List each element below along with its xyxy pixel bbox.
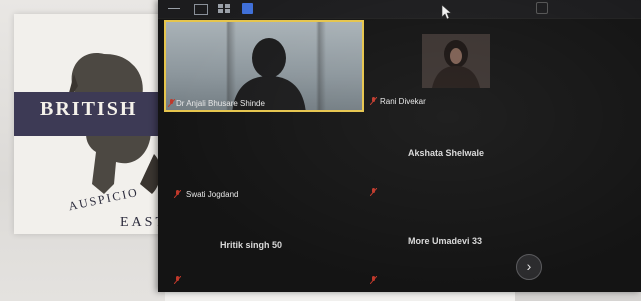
speaker-view-icon[interactable] (194, 4, 208, 15)
muted-mic-icon (370, 188, 377, 196)
participant-name: Hritik singh 50 (220, 240, 283, 250)
muted-mic-icon (174, 276, 181, 284)
view-toolbar (158, 0, 641, 20)
participant-name: Swati Jogdand (186, 190, 239, 199)
minimize-icon[interactable] (168, 5, 180, 9)
participant-tile-active-speaker[interactable]: Dr Anjali Bhusare Shinde (164, 20, 364, 112)
meeting-window: Dr Anjali Bhusare Shinde Rani Divekar Ak… (158, 0, 641, 292)
participant-name: More Umadevi 33 (408, 236, 483, 246)
muted-mic-icon (370, 97, 377, 105)
chevron-right-icon: › (526, 258, 532, 274)
participant-name: Dr Anjali Bhusare Shinde (176, 99, 265, 108)
participant-profile-picture (422, 34, 490, 88)
window-control-icon[interactable] (536, 2, 548, 14)
active-view-icon[interactable] (242, 3, 253, 14)
next-page-button[interactable]: › (516, 254, 542, 280)
muted-mic-icon (168, 99, 175, 107)
avatar (422, 34, 490, 88)
cover-title: BRITISH (40, 98, 138, 120)
participant-name: Akshata Shelwale (408, 148, 485, 158)
muted-mic-icon (370, 276, 377, 284)
muted-mic-icon (174, 190, 181, 198)
mouse-cursor-icon (441, 4, 452, 20)
participant-name: Rani Divekar (380, 97, 426, 106)
gallery-view-icon[interactable] (218, 4, 230, 13)
